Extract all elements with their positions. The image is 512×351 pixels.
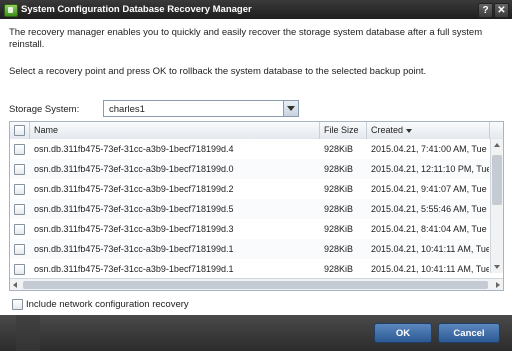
row-file-size: 928KiB — [324, 164, 354, 174]
row-name: osn.db.311fb475-73ef-31cc-a3b9-1becf7181… — [34, 164, 234, 174]
scroll-right-icon[interactable] — [496, 282, 500, 288]
table-header: Name File Size Created — [10, 122, 503, 140]
row-checkbox[interactable] — [14, 244, 25, 255]
row-name: osn.db.311fb475-73ef-31cc-a3b9-1becf7181… — [34, 244, 234, 254]
row-created: 2015.04.21, 9:41:07 AM, Tue — [371, 184, 487, 194]
scroll-down-icon[interactable] — [494, 265, 500, 269]
row-name: osn.db.311fb475-73ef-31cc-a3b9-1becf7181… — [34, 264, 234, 274]
chevron-down-icon[interactable] — [283, 101, 298, 116]
row-created: 2015.04.21, 8:41:04 AM, Tue — [371, 224, 487, 234]
scroll-up-icon[interactable] — [494, 143, 500, 147]
row-file-size: 928KiB — [324, 204, 354, 214]
column-header-created-label: Created — [371, 125, 404, 135]
row-checkbox[interactable] — [14, 144, 25, 155]
title-bar: System Configuration Database Recovery M… — [0, 0, 512, 19]
row-name: osn.db.311fb475-73ef-31cc-a3b9-1becf7181… — [34, 144, 234, 154]
horizontal-scrollbar[interactable] — [10, 278, 503, 290]
table-row[interactable]: osn.db.311fb475-73ef-31cc-a3b9-1becf7181… — [10, 179, 490, 200]
help-button[interactable]: ? — [478, 3, 493, 18]
storage-system-label: Storage System: — [9, 104, 80, 115]
window-title: System Configuration Database Recovery M… — [21, 4, 252, 15]
row-created: 2015.04.21, 10:41:11 AM, Tue — [371, 264, 489, 274]
include-network-label: Include network configuration recovery — [26, 299, 189, 310]
row-checkbox[interactable] — [14, 264, 25, 275]
row-created: 2015.04.21, 10:41:11 AM, Tue — [371, 244, 489, 254]
row-checkbox[interactable] — [14, 164, 25, 175]
scroll-left-icon[interactable] — [13, 282, 17, 288]
row-checkbox[interactable] — [14, 204, 25, 215]
select-all-checkbox[interactable] — [14, 125, 25, 136]
storage-system-value: charles1 — [109, 104, 145, 115]
table-row[interactable]: osn.db.311fb475-73ef-31cc-a3b9-1becf7181… — [10, 239, 490, 260]
include-network-checkbox[interactable] — [12, 299, 23, 310]
table-row[interactable]: osn.db.311fb475-73ef-31cc-a3b9-1becf7181… — [10, 199, 490, 220]
column-header-created[interactable]: Created — [367, 122, 490, 139]
vertical-scrollbar[interactable] — [490, 139, 503, 273]
header-select-cell — [10, 122, 30, 139]
row-name: osn.db.311fb475-73ef-31cc-a3b9-1becf7181… — [34, 184, 234, 194]
row-file-size: 928KiB — [324, 224, 354, 234]
table-row[interactable]: osn.db.311fb475-73ef-31cc-a3b9-1becf7181… — [10, 259, 490, 280]
vertical-scroll-thumb[interactable] — [492, 155, 502, 205]
column-header-name[interactable]: Name — [30, 122, 320, 139]
row-name: osn.db.311fb475-73ef-31cc-a3b9-1becf7181… — [34, 204, 234, 214]
row-created: 2015.04.21, 12:11:10 PM, Tue — [371, 164, 489, 174]
app-icon — [4, 4, 18, 17]
row-file-size: 928KiB — [324, 264, 354, 274]
cancel-button[interactable]: Cancel — [438, 323, 500, 343]
instruction-text: Select a recovery point and press OK to … — [9, 66, 427, 77]
row-checkbox[interactable] — [14, 224, 25, 235]
table-row[interactable]: osn.db.311fb475-73ef-31cc-a3b9-1becf7181… — [10, 219, 490, 240]
row-created: 2015.04.21, 7:41:00 AM, Tue — [371, 144, 487, 154]
horizontal-scroll-thumb[interactable] — [23, 281, 488, 289]
row-name: osn.db.311fb475-73ef-31cc-a3b9-1becf7181… — [34, 224, 234, 234]
row-checkbox[interactable] — [14, 184, 25, 195]
column-header-file-size[interactable]: File Size — [320, 122, 367, 139]
table-row[interactable]: osn.db.311fb475-73ef-31cc-a3b9-1becf7181… — [10, 159, 490, 180]
dialog-footer: OK Cancel — [0, 315, 512, 351]
close-button[interactable]: ✕ — [494, 3, 509, 18]
storage-system-select[interactable]: charles1 — [103, 100, 299, 117]
row-file-size: 928KiB — [324, 244, 354, 254]
description-text: The recovery manager enables you to quic… — [9, 27, 483, 50]
ok-button[interactable]: OK — [374, 323, 432, 343]
sort-descending-icon — [406, 128, 413, 133]
row-file-size: 928KiB — [324, 184, 354, 194]
table-row[interactable]: osn.db.311fb475-73ef-31cc-a3b9-1becf7181… — [10, 139, 490, 160]
recovery-points-table: Name File Size Created osn.db.311fb475-7… — [9, 121, 504, 291]
sidebar-toggle-icon — [16, 315, 40, 351]
row-created: 2015.04.21, 5:55:46 AM, Tue — [371, 204, 487, 214]
row-file-size: 928KiB — [324, 144, 354, 154]
